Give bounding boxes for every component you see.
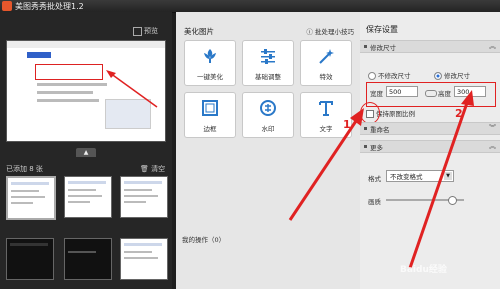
enlarge-preview-button[interactable]: 预览 [133, 26, 158, 36]
thumbnail[interactable] [6, 238, 54, 280]
resize-section-header[interactable]: 修改尺寸 ︽ [360, 40, 500, 53]
thumbnail[interactable] [64, 238, 112, 280]
help-link[interactable]: ⓘ 批处理小技巧 [306, 26, 354, 36]
app-logo-icon [2, 1, 12, 11]
more-section-header[interactable]: 更多 ︽ [360, 140, 500, 153]
resize-radio[interactable]: 修改尺寸 [434, 70, 470, 80]
sliders-icon [261, 49, 275, 64]
no-resize-radio[interactable]: 不修改尺寸 [368, 70, 411, 80]
edit-section-title: 美化图片 [184, 27, 214, 36]
tool-label: 特效 [319, 73, 333, 81]
flower-icon [204, 49, 216, 63]
preview-toolbar: 预览 [4, 20, 164, 36]
red-circle-annotation [360, 102, 380, 124]
red-arrow-icon [106, 70, 158, 108]
tool-label: 水印 [261, 125, 275, 133]
text-button[interactable]: 文字 [300, 92, 352, 138]
added-count: 已添加 8 张 [6, 165, 43, 173]
tool-label: 一键美化 [197, 73, 223, 81]
resize-section-title: 修改尺寸 [370, 44, 396, 52]
more-section-title: 更多 [370, 144, 383, 152]
chevron-up-icon: ︽ [489, 42, 496, 50]
tool-label: 边框 [203, 125, 217, 133]
clear-button[interactable]: 🗑 清空 [140, 164, 165, 174]
preview-image [6, 40, 166, 142]
quality-label: 画质 [368, 198, 381, 206]
height-input[interactable]: 300 [454, 86, 486, 97]
radio-icon [368, 72, 376, 80]
watermark-icon [260, 100, 276, 116]
rename-section-header[interactable]: 重命名 ︾ [360, 122, 500, 135]
help-link-label: 批处理小技巧 [315, 28, 354, 36]
chevron-down-icon: ︾ [489, 124, 496, 132]
thumbnail[interactable] [120, 238, 168, 280]
thumbnail[interactable] [120, 176, 168, 218]
slider-knob[interactable] [448, 196, 457, 205]
radio-selected-icon [434, 72, 442, 80]
save-settings-panel: 保存设置 修改尺寸 ︽ 不修改尺寸 修改尺寸 宽度 500 高度 300 保持原… [360, 12, 500, 289]
width-label: 宽度 [370, 90, 383, 98]
left-panel: 预览 ▲ 已添加 8 张 🗑 清空 [0, 12, 172, 289]
width-input[interactable]: 500 [386, 86, 418, 97]
format-value: 不改变格式 [390, 173, 423, 181]
format-label: 格式 [368, 175, 381, 183]
basic-adjust-button[interactable]: 基础调整 [242, 40, 294, 86]
keep-ratio-label: 保持原图比例 [376, 110, 415, 118]
magic-wand-icon [319, 49, 334, 64]
window-title: 美图秀秀批处理1.2 [15, 2, 84, 11]
baidu-logo-icon [27, 52, 51, 58]
no-resize-label: 不修改尺寸 [378, 72, 411, 80]
frame-icon [202, 100, 218, 116]
quality-slider[interactable] [386, 196, 464, 205]
link-ratio-icon[interactable] [425, 90, 437, 97]
save-settings-title: 保存设置 [366, 25, 398, 34]
collapse-preview-button[interactable]: ▲ [76, 148, 96, 157]
dropdown-arrow-icon: ▼ [444, 172, 452, 180]
enlarge-label: 预览 [144, 27, 158, 35]
edit-header: 美化图片 ⓘ 批处理小技巧 [176, 24, 360, 38]
my-operations: 我的操作（0） [182, 236, 226, 244]
frame-button[interactable]: 边框 [184, 92, 236, 138]
zoom-icon [133, 26, 142, 36]
dot-icon [364, 45, 367, 48]
baidu-watermark: Baidu经验 [400, 265, 447, 275]
dot-icon [364, 145, 367, 148]
thumbnail[interactable] [6, 176, 56, 220]
annotation-marker-1: 1 [343, 118, 351, 131]
clear-label: 清空 [151, 165, 166, 173]
resize-label: 修改尺寸 [444, 72, 470, 80]
height-label: 高度 [438, 90, 451, 98]
watermark-button[interactable]: 水印 [242, 92, 294, 138]
annotation-marker-2: 2 [455, 107, 463, 120]
edit-panel: 美化图片 ⓘ 批处理小技巧 一键美化 基础调整 特效 边框 水印 文字 我的操作… [176, 12, 360, 289]
effects-button[interactable]: 特效 [300, 40, 352, 86]
chevron-up-icon: ︽ [489, 142, 496, 150]
tool-label: 基础调整 [255, 73, 281, 81]
format-select[interactable]: 不改变格式 ▼ [386, 170, 454, 182]
thumbnail[interactable] [64, 176, 112, 218]
dot-icon [364, 127, 367, 130]
one-click-beautify-button[interactable]: 一键美化 [184, 40, 236, 86]
text-T-icon [319, 101, 333, 116]
rename-section-title: 重命名 [370, 126, 390, 134]
